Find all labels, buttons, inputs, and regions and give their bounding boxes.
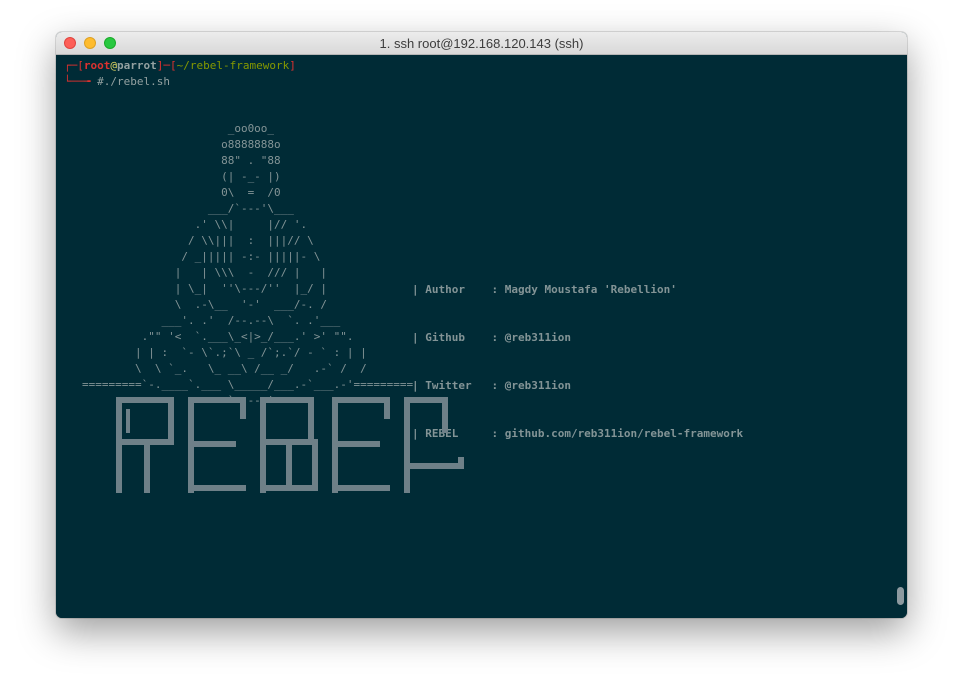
terminal-content[interactable]: ┌─[root@parrot]─[~/rebel-framework] └──╼… bbox=[56, 55, 907, 618]
prompt-bracket: ┌─[ bbox=[64, 59, 84, 72]
buddha-ascii-art: _oo0oo_ o8888888o 88" . "88 (| -_- |) 0\… bbox=[82, 122, 414, 407]
scrollbar-thumb[interactable] bbox=[897, 587, 904, 605]
prompt-end: ] bbox=[289, 59, 296, 72]
title-bar[interactable]: 1. ssh root@192.168.120.143 (ssh) bbox=[56, 32, 907, 55]
prompt-separator: ]─[ bbox=[156, 59, 177, 72]
info-author: | Author : Magdy Moustafa 'Rebellion' bbox=[412, 283, 677, 296]
info-twitter: | Twitter : @reb311ion bbox=[412, 379, 571, 392]
terminal-window: 1. ssh root@192.168.120.143 (ssh) ┌─[roo… bbox=[56, 32, 907, 618]
prompt-user: root bbox=[83, 59, 111, 72]
window-title: 1. ssh root@192.168.120.143 (ssh) bbox=[379, 36, 584, 51]
prompt-host: parrot bbox=[117, 59, 157, 72]
prompt-at: @ bbox=[110, 59, 117, 72]
prompt-arrow: └──╼ bbox=[64, 75, 98, 88]
command-text: #./rebel.sh bbox=[97, 75, 170, 88]
rebel-banner-logo bbox=[116, 397, 464, 493]
prompt-path: ~/rebel-framework bbox=[176, 59, 290, 72]
command-line: └──╼ #./rebel.sh bbox=[64, 74, 170, 90]
prompt-line: ┌─[root@parrot]─[~/rebel-framework] bbox=[64, 58, 296, 74]
info-github: | Github : @reb311ion bbox=[412, 331, 571, 344]
